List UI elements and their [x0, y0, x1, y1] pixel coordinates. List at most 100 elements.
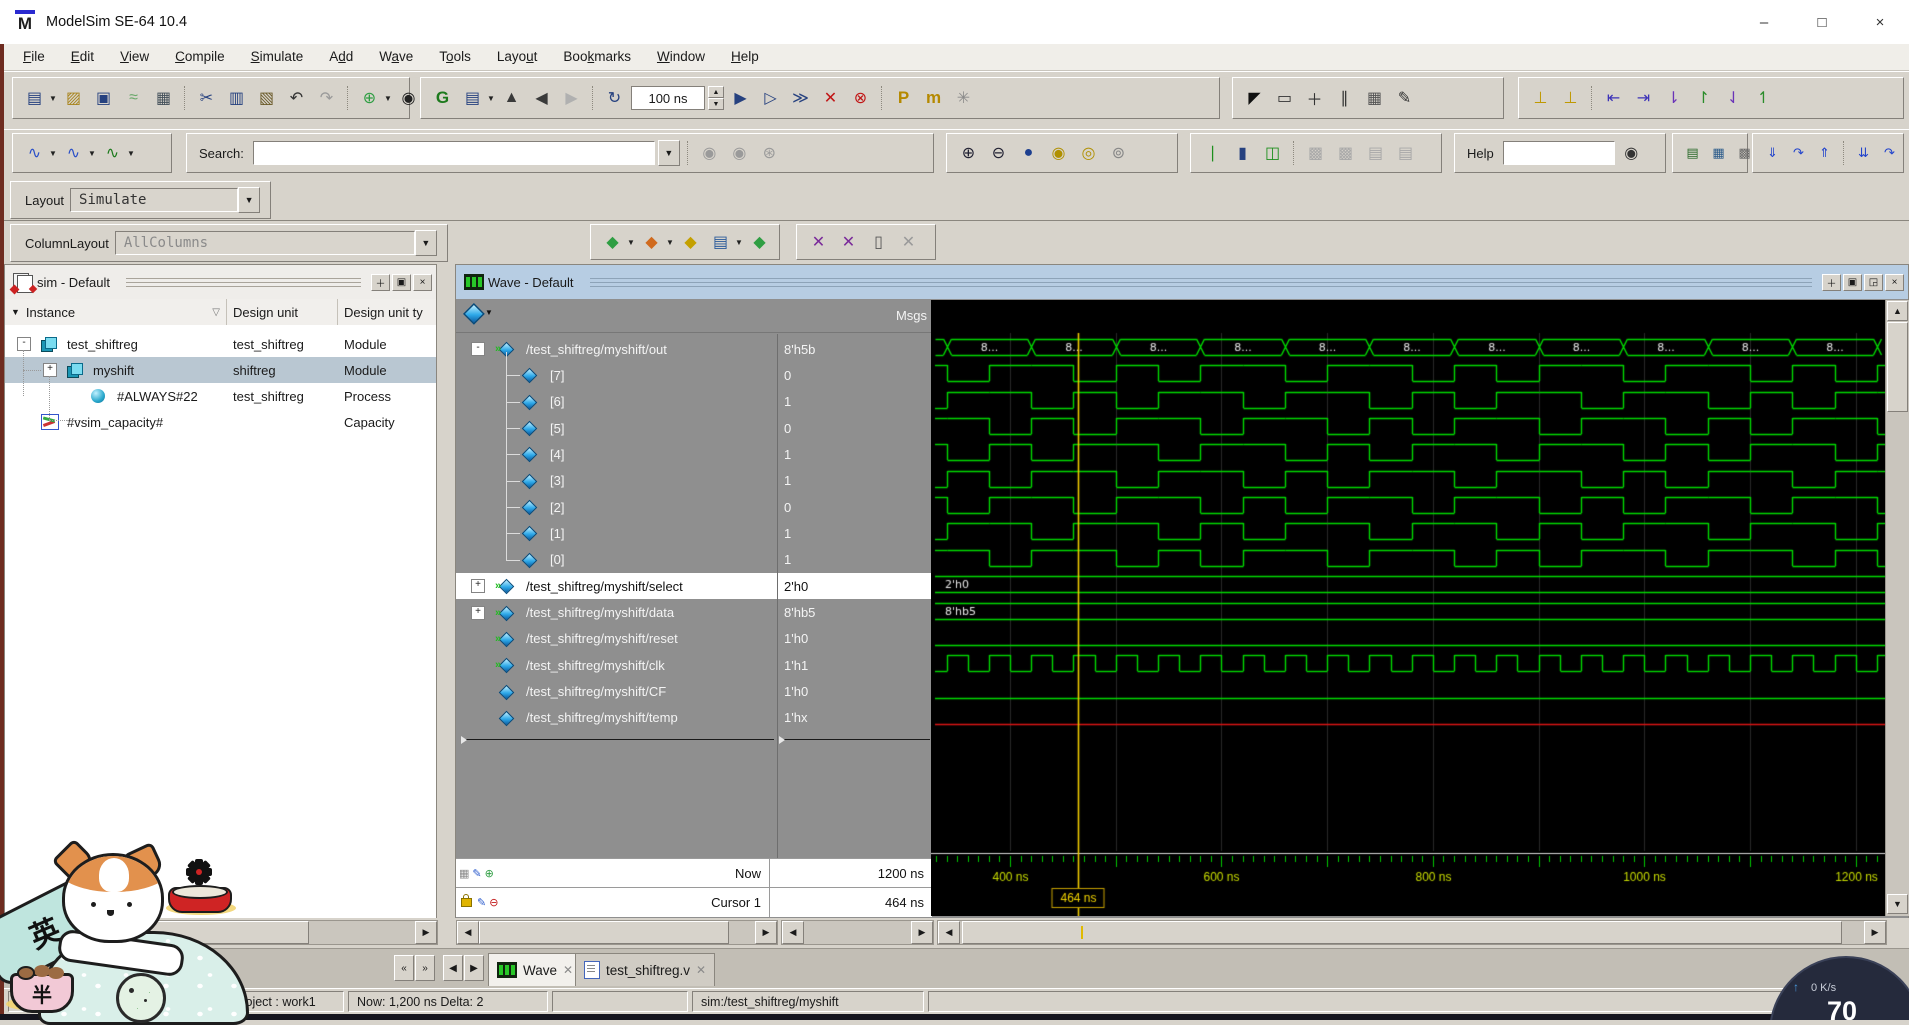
tree-row-myshift[interactable]: +myshiftshiftregModule	[5, 357, 436, 383]
menu-simulate[interactable]: Simulate	[238, 46, 317, 68]
wave-objects-filter-icon[interactable]	[463, 303, 481, 321]
prev-transition-icon[interactable]: ⇤	[1600, 85, 1627, 112]
menu-tools[interactable]: Tools	[426, 46, 484, 68]
clear-all-icon[interactable]: ✕	[895, 229, 922, 256]
scroll-down-icon[interactable]: ▼	[1887, 894, 1908, 914]
undo-icon[interactable]: ↶	[283, 85, 310, 112]
help-input[interactable]	[1503, 141, 1615, 165]
wave-panel-dock-button[interactable]: ◲	[1864, 274, 1883, 291]
move-down-icon[interactable]: ⇓	[1761, 142, 1784, 165]
move-bottom-icon[interactable]: ⇊	[1852, 142, 1875, 165]
names-scroll-right-icon[interactable]: ▶	[755, 921, 777, 944]
wave-signal-row-test-shiftreg-myshift-temp[interactable]: /test_shiftreg/myshift/temp	[456, 705, 777, 731]
insert-wave-icon[interactable]: ◆	[746, 229, 773, 256]
close-tab-icon[interactable]: ✕	[75, 963, 85, 977]
columnlayout-combo[interactable]: AllColumns	[115, 231, 415, 255]
expand-icon[interactable]: +	[43, 363, 57, 377]
cursor-remove-icon[interactable]: ⊖	[489, 896, 498, 909]
pattern-c-icon[interactable]: ▤	[1362, 140, 1389, 167]
run-all-icon[interactable]: ≫	[787, 85, 814, 112]
pattern-a-icon[interactable]: ▩	[1302, 140, 1329, 167]
print-icon[interactable]: ▦	[150, 85, 177, 112]
chase-x-dropdown-icon[interactable]: ▼	[127, 149, 135, 158]
expand-icon[interactable]: +	[471, 579, 485, 593]
tree-row-testshiftreg[interactable]: -test_shiftregtest_shiftregModule	[5, 331, 436, 357]
now-add-icon[interactable]: ⊕	[485, 867, 494, 880]
wave-horizontal-scrollbar[interactable]: ◀ ▶	[937, 920, 1887, 945]
compare-docs-icon[interactable]: ▤	[1681, 142, 1704, 165]
simulate-dropdown-icon[interactable]: ▼	[487, 94, 495, 103]
layout-combo[interactable]: Simulate	[70, 188, 238, 212]
cursor1-row[interactable]: ✎ ⊖ Cursor 1 464 ns	[456, 887, 932, 917]
expand-to-drivers-dropdown-icon[interactable]: ▼	[49, 149, 57, 158]
menu-add[interactable]: Add	[316, 46, 366, 68]
move-top-icon[interactable]: ⇈	[1904, 142, 1909, 165]
wrap-next-icon[interactable]: ↷	[1787, 142, 1810, 165]
tabs-next-icon[interactable]: ▶	[464, 955, 484, 981]
sim-panel-close-button[interactable]: ×	[413, 274, 432, 291]
forward-icon[interactable]: ▶	[558, 85, 585, 112]
wave-signal-row-test-shiftreg-myshift-select[interactable]: +/test_shiftreg/myshift/select	[456, 573, 777, 599]
wave-signal-row-test-shiftreg-myshift-data[interactable]: +/test_shiftreg/myshift/data	[456, 600, 777, 626]
minimize-button[interactable]: –	[1735, 0, 1793, 44]
search-dropdown-icon[interactable]: ▼	[658, 140, 680, 166]
menu-view[interactable]: View	[107, 46, 162, 68]
compile-icon[interactable]: G	[429, 85, 456, 112]
msgs-column-header[interactable]: Msgs	[777, 299, 933, 332]
restart-icon[interactable]: ↻	[601, 85, 628, 112]
wave-signal-row-4[interactable]: [4]	[456, 441, 777, 467]
zoom-mode-icon[interactable]: ▭	[1271, 85, 1298, 112]
search-input[interactable]	[253, 141, 655, 165]
cut-signal-icon[interactable]: ✕	[805, 229, 832, 256]
menu-help[interactable]: Help	[718, 46, 772, 68]
values-horizontal-scrollbar[interactable]: ◀ ▶	[781, 920, 934, 945]
wave-panel-header[interactable]: Wave - Default ＋ ▣ ◲ ×	[456, 265, 1908, 299]
wave-signal-row-7[interactable]: [7]	[456, 362, 777, 388]
wave-signal-row-test-shiftreg-myshift-out[interactable]: -/test_shiftreg/myshift/out	[456, 336, 777, 362]
cursor-bar-icon[interactable]: ∣	[1199, 140, 1226, 167]
left-tabs-next-icon[interactable]: »	[415, 955, 435, 981]
search-options-icon[interactable]: ⊛	[756, 140, 783, 167]
refresh-source-icon[interactable]: ≈	[120, 85, 147, 112]
tree-row-always22[interactable]: #ALWAYS#22test_shiftregProcess	[5, 383, 436, 409]
find-next-icon[interactable]: ◉	[696, 140, 723, 167]
sim-panel-header[interactable]: sim - Default ＋ ▣ ×	[5, 265, 436, 300]
collapse-icon[interactable]: -	[17, 337, 31, 351]
tree-row-vsimcapacity[interactable]: #vsim_capacity#Capacity	[5, 409, 436, 435]
expand-to-readers-dropdown-icon[interactable]: ▼	[88, 149, 96, 158]
now-grid-icon[interactable]: ▦	[459, 867, 469, 880]
wave-objects-filter-dropdown-icon[interactable]: ▼	[485, 308, 493, 317]
wave-signal-row-test-shiftreg-myshift-reset[interactable]: /test_shiftreg/myshift/reset	[456, 626, 777, 652]
move-up-icon[interactable]: ⇑	[1813, 142, 1836, 165]
sim-panel-restore-button[interactable]: ▣	[392, 274, 411, 291]
tab-test-shiftreg-v[interactable]: test_shiftreg.v ✕	[575, 953, 715, 986]
sim-horizontal-scrollbar[interactable]: ◀ ▶	[6, 920, 438, 945]
pattern-b-icon[interactable]: ▩	[1332, 140, 1359, 167]
wave-signal-row-2[interactable]: [2]	[456, 494, 777, 520]
add-selected-dropdown-icon[interactable]: ▼	[384, 94, 392, 103]
values-scroll-left-icon[interactable]: ◀	[782, 921, 804, 944]
edit-mode-icon[interactable]: ✎	[1391, 85, 1418, 112]
remove-from-wave-icon[interactable]: ◆	[638, 229, 665, 256]
paste-icon[interactable]: ▧	[253, 85, 280, 112]
save-format-icon[interactable]: ◆	[677, 229, 704, 256]
memory-view-icon[interactable]: ◫	[1259, 140, 1286, 167]
export-wave-icon[interactable]: ▤	[707, 229, 734, 256]
show-note-icon[interactable]: ▯	[865, 229, 892, 256]
filter-funnel-icon[interactable]: ▽	[212, 307, 220, 318]
wave-panel-close-button[interactable]: ×	[1885, 274, 1904, 291]
close-button[interactable]: ×	[1851, 0, 1909, 44]
grid-mode-icon[interactable]: ▦	[1361, 85, 1388, 112]
delete-cursor-icon[interactable]: ⊥	[1557, 85, 1584, 112]
break-icon[interactable]: ✕	[817, 85, 844, 112]
zoom-out-icon[interactable]: ⊖	[985, 140, 1012, 167]
compare-options-icon[interactable]: ▦	[1707, 142, 1730, 165]
profile-memory-icon[interactable]: m	[920, 85, 947, 112]
wrap-last-icon[interactable]: ↷	[1878, 142, 1901, 165]
run-length-field[interactable]: 100 ns	[631, 86, 705, 110]
menu-edit[interactable]: Edit	[58, 46, 107, 68]
profile-performance-icon[interactable]: P	[890, 85, 917, 112]
next-rising-edge-icon[interactable]: ↾	[1690, 85, 1717, 112]
wave-signal-row-test-shiftreg-myshift-cf[interactable]: /test_shiftreg/myshift/CF	[456, 679, 777, 705]
close-tab-icon[interactable]: ✕	[696, 963, 706, 977]
